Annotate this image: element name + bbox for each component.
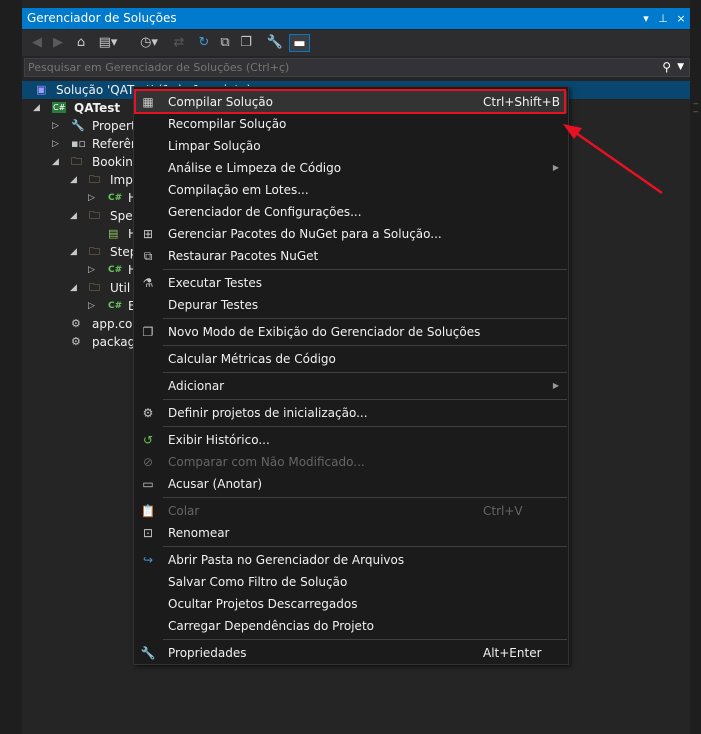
callout-arrow-icon [563,124,663,195]
